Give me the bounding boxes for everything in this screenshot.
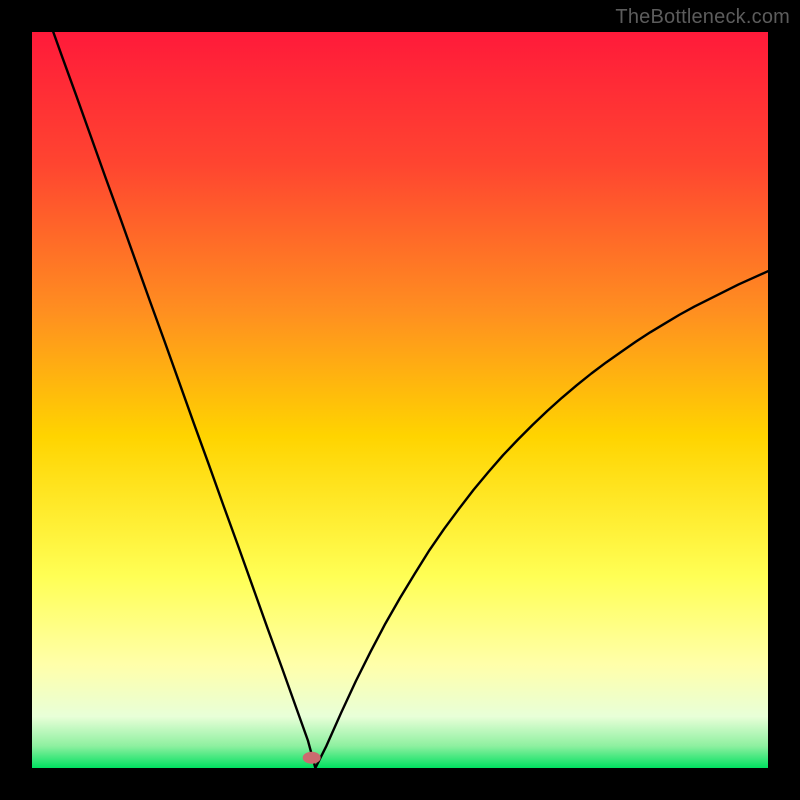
watermark-text: TheBottleneck.com: [615, 6, 790, 29]
optimal-point-marker: [303, 752, 321, 764]
chart-background: [32, 32, 768, 768]
chart-frame: [32, 32, 768, 768]
bottleneck-chart: [32, 32, 768, 768]
